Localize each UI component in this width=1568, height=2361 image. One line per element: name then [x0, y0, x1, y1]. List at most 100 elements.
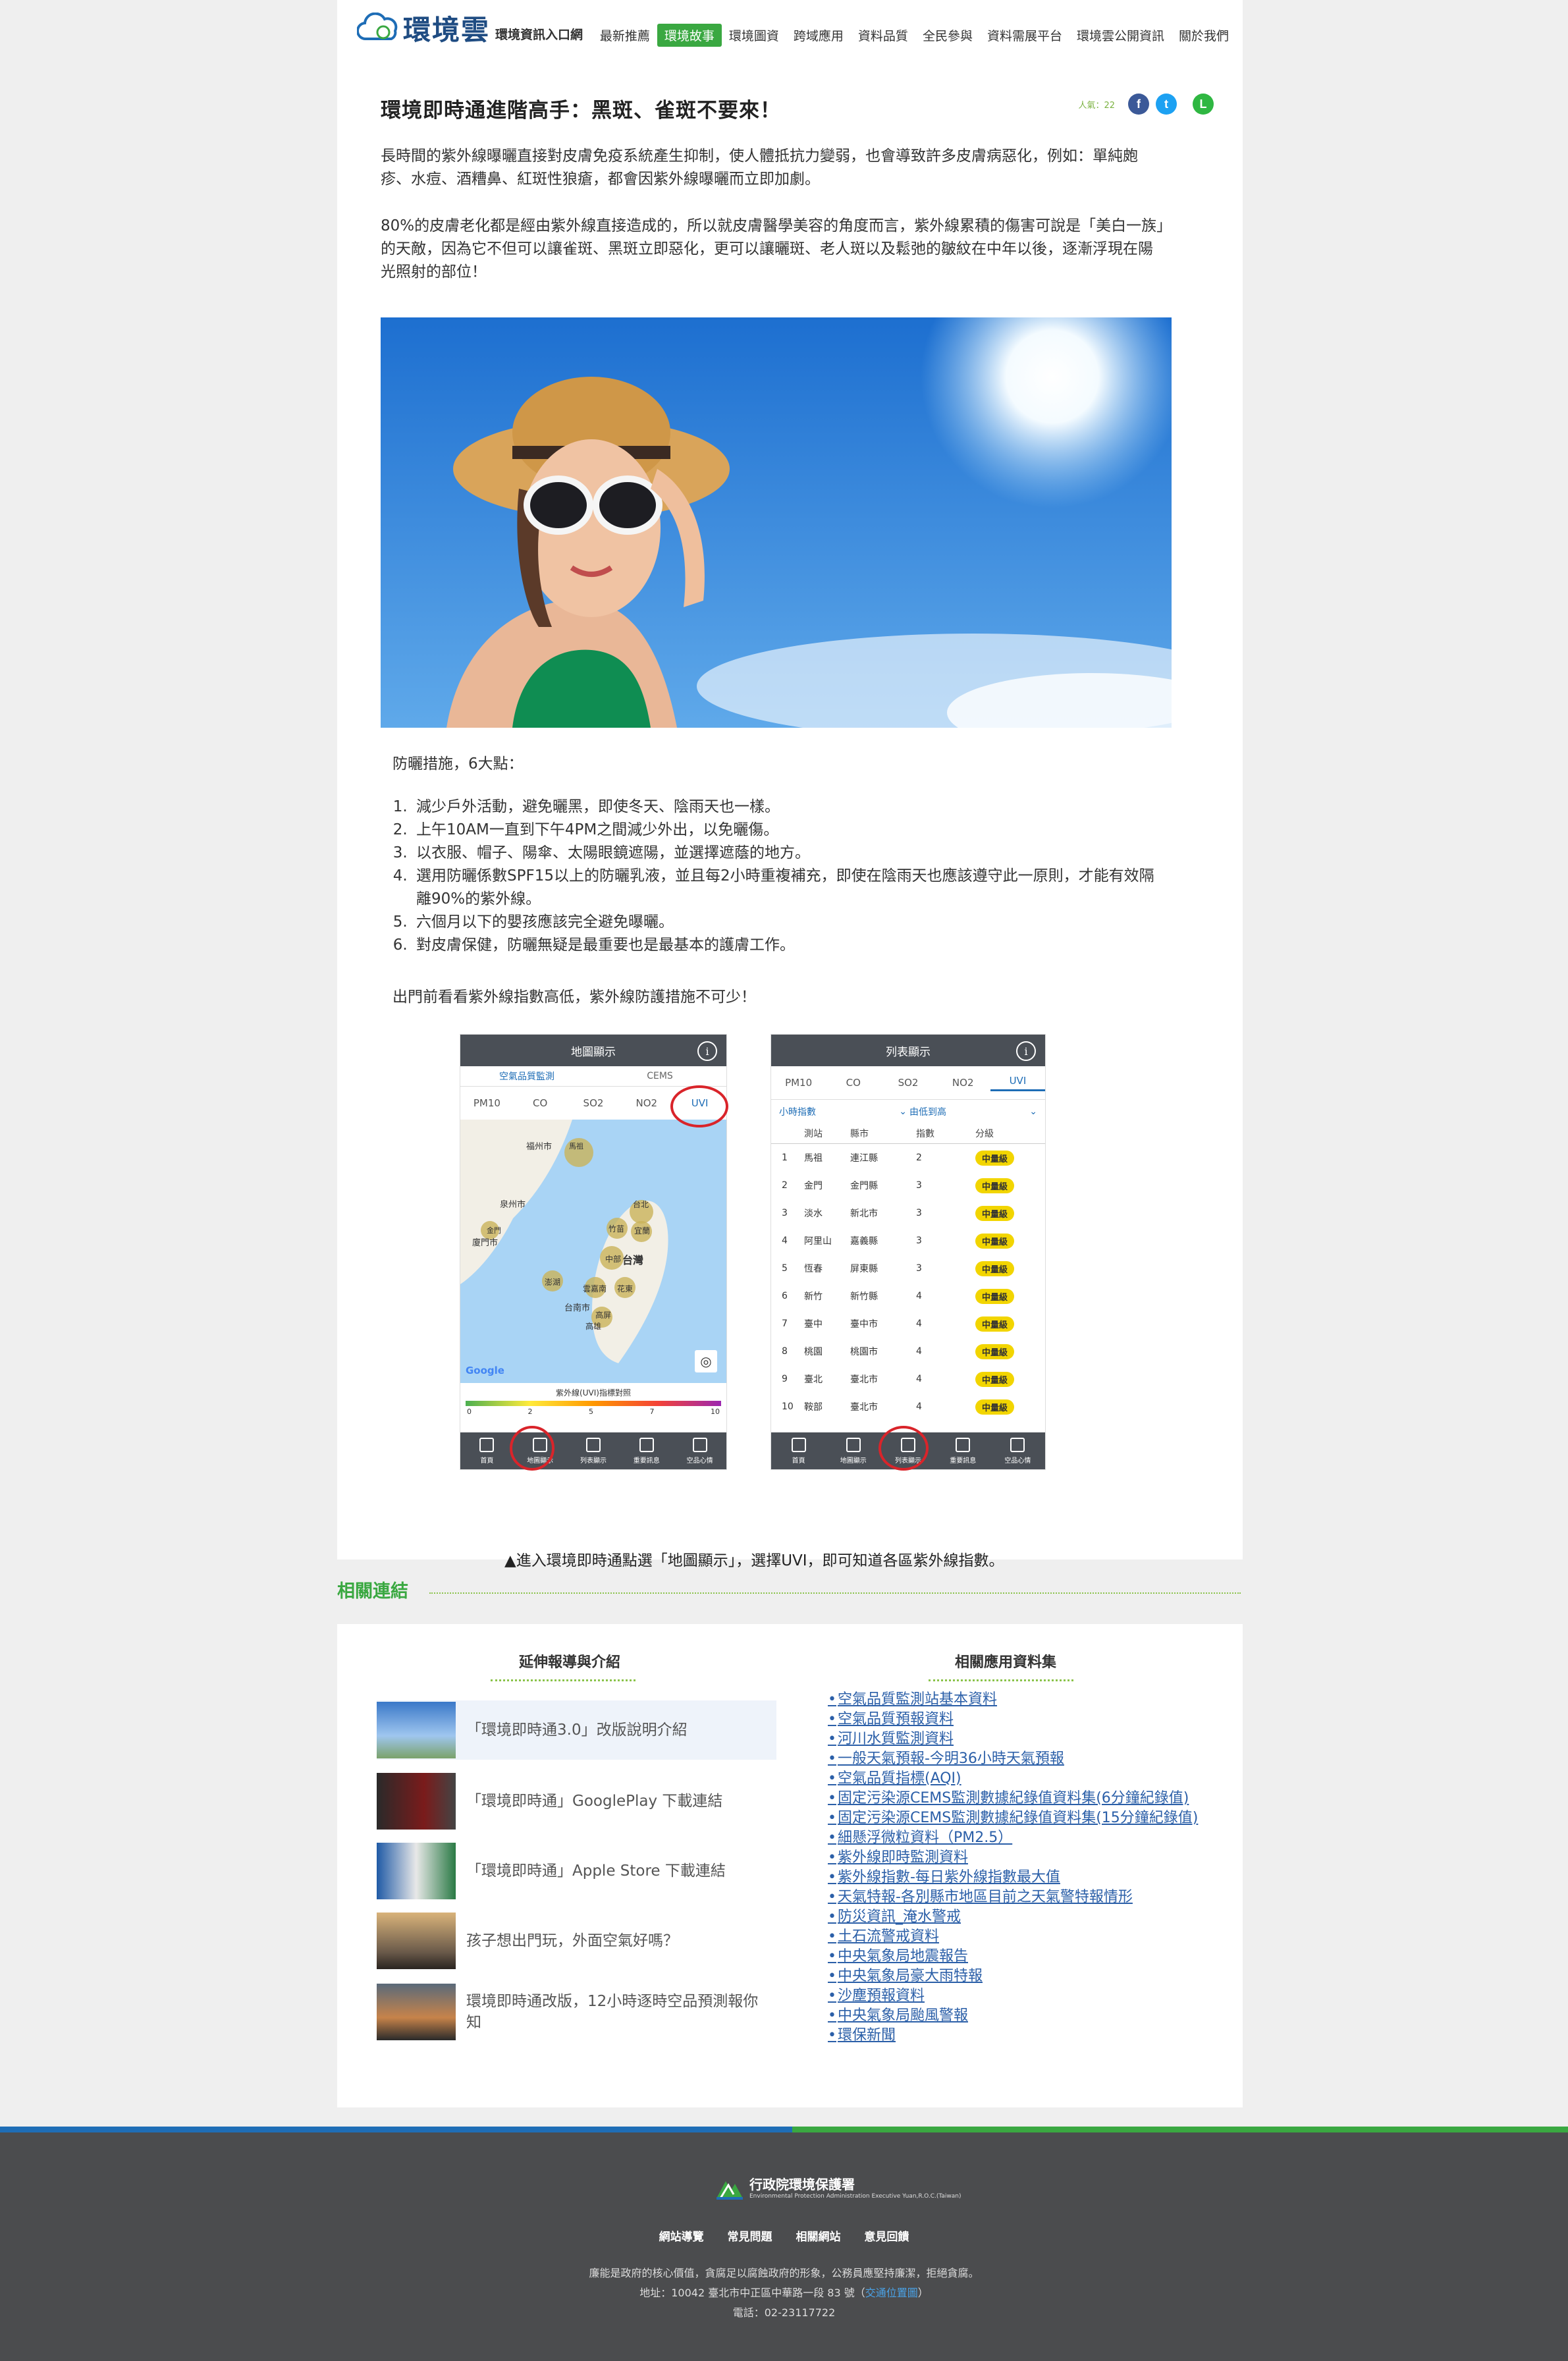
footer-slogan: 廉能是政府的核心價值，貪腐足以腐蝕政府的形象，公務員應堅持廉潔，拒絕貪腐。 — [589, 2267, 979, 2279]
list-icon — [585, 1437, 601, 1452]
paragraph-1: 長時間的紫外線曝曬直接對皮膚免疫系統產生抑制，使人體抵抗力變弱，也會導致許多皮膚… — [381, 148, 1138, 188]
footer-stripe-blue — [0, 2127, 792, 2132]
map-label: 竹苗 — [608, 1224, 625, 1234]
row-county: 連江縣 — [850, 1153, 878, 1164]
dataset-link[interactable]: 土石流警戒資料 — [828, 1927, 1198, 1947]
tab-alerts: 重要訊息 — [936, 1432, 990, 1469]
footer-stripe-green — [792, 2127, 1568, 2132]
smile-icon — [692, 1437, 707, 1452]
dataset-link[interactable]: 中央氣象局豪大雨特報 — [828, 1967, 1198, 1986]
story-item[interactable]: 「環境即時通」Apple Store 下載連結 — [377, 1841, 776, 1901]
filter-sort: 由低到高 — [909, 1107, 946, 1118]
nav-data-quality[interactable]: 資料品質 — [851, 24, 915, 47]
map-label: 台北 — [633, 1200, 649, 1209]
tab-mood: 空品心情 — [673, 1432, 726, 1469]
footer-link-sitemap[interactable]: 網站導覽 — [659, 2231, 704, 2244]
dataset-link[interactable]: 固定污染源CEMS監測數據紀錄值資料集(15分鐘紀錄值) — [828, 1808, 1198, 1828]
row-rank: 5 — [782, 1263, 788, 1274]
level-badge: 中量級 — [975, 1233, 1015, 1249]
pollutant-co: CO — [846, 1077, 861, 1089]
story-item[interactable]: 環境即時通改版，12小時逐時空品預測報你知 — [377, 1982, 776, 2042]
chevron-down-icon: ⌄ — [1029, 1106, 1037, 1117]
dataset-link[interactable]: 防災資訊_淹水警戒 — [828, 1907, 1198, 1927]
dataset-link[interactable]: 空氣品質預報資料 — [828, 1710, 1198, 1729]
dataset-link[interactable]: 一般天氣預報-今明36小時天氣預報 — [828, 1749, 1198, 1769]
level-badge: 中量級 — [975, 1261, 1015, 1276]
nav-public-info[interactable]: 環境雲公開資訊 — [1069, 24, 1172, 47]
footer-link-related[interactable]: 相關網站 — [796, 2231, 840, 2244]
outro-text: 出門前看看紫外線指數高低，紫外線防護措施不可少！ — [392, 989, 756, 1006]
map-label: 福州市 — [526, 1142, 553, 1152]
dataset-link[interactable]: 環保新聞 — [828, 2026, 1198, 2046]
nav-about[interactable]: 關於我們 — [1172, 24, 1236, 47]
legend-tick: 0 — [467, 1407, 472, 1416]
nav-cross-domain[interactable]: 跨域應用 — [786, 24, 851, 47]
row-rank: 3 — [782, 1208, 788, 1218]
legend-tick: 7 — [649, 1407, 655, 1416]
list-item: 對皮膚保健，防曬無疑是最重要也是最基本的護膚工作。 — [412, 934, 1156, 957]
pollutant-so2: SO2 — [898, 1077, 919, 1089]
tab-home: 首頁 — [771, 1432, 826, 1469]
pollutant-uvi: UVI — [990, 1075, 1045, 1091]
dataset-link[interactable]: 河川水質監測資料 — [828, 1729, 1198, 1749]
dataset-link[interactable]: 天氣特報-各別縣市地區目前之天氣警特報情形 — [828, 1887, 1198, 1907]
story-thumbnail — [377, 1773, 456, 1830]
nav-participation[interactable]: 全民參與 — [915, 24, 980, 47]
list-item: 減少戶外活動，避免曬黑，即使冬天、陰雨天也一樣。 — [412, 796, 1156, 819]
row-rank: 1 — [782, 1153, 788, 1163]
dataset-link[interactable]: 空氣品質指標(AQI) — [828, 1769, 1198, 1789]
map-link[interactable]: 交通位置圖 — [865, 2287, 918, 2299]
dataset-link[interactable]: 細懸浮微粒資料（PM2.5） — [828, 1828, 1198, 1848]
dataset-link[interactable]: 固定污染源CEMS監測數據紀錄值資料集(6分鐘紀錄值) — [828, 1789, 1198, 1808]
row-rank: 4 — [782, 1235, 788, 1246]
dataset-link[interactable]: 中央氣象局地震報告 — [828, 1947, 1198, 1967]
row-county: 桃園市 — [850, 1347, 878, 1357]
story-title: 「環境即時通3.0」改版說明介紹 — [466, 1722, 688, 1739]
google-logo: Google — [466, 1365, 504, 1376]
uvi-legend-title: 紫外線(UVI)指標對照 — [556, 1388, 631, 1398]
list-item: 以衣服、帽子、陽傘、太陽眼鏡遮陽，並選擇遮蔭的地方。 — [412, 842, 1156, 865]
row-rank: 10 — [782, 1401, 794, 1412]
col-index: 指數 — [916, 1129, 934, 1139]
dataset-link[interactable]: 沙塵預報資料 — [828, 1986, 1198, 2006]
list-view-header: 列表顯示 i — [771, 1035, 1045, 1066]
level-badge: 中量級 — [975, 1178, 1015, 1193]
footer-link-faq[interactable]: 常見問題 — [728, 2231, 772, 2244]
main-nav: 最新推薦 環境故事 環境圖資 跨域應用 資料品質 全民參與 資料需展平台 環境雲… — [593, 24, 1236, 47]
map-icon — [846, 1437, 861, 1452]
map-label: 澎湖 — [545, 1278, 561, 1287]
pollutant-pm10: PM10 — [785, 1077, 813, 1089]
dataset-link[interactable]: 紫外線指數-每日紫外線指數最大值 — [828, 1868, 1198, 1887]
row-index: 4 — [916, 1318, 922, 1329]
line-share-icon[interactable]: L — [1193, 94, 1214, 115]
pollutant-no2: NO2 — [635, 1097, 658, 1109]
story-item[interactable]: 「環境即時通3.0」改版說明介紹 — [377, 1700, 776, 1760]
row-rank: 6 — [782, 1291, 788, 1301]
story-item[interactable]: 「環境即時通」GooglePlay 下載連結 — [377, 1772, 776, 1831]
related-links-heading: 相關連結 — [337, 1581, 408, 1602]
map-label: 花東 — [617, 1284, 634, 1293]
nav-latest[interactable]: 最新推薦 — [593, 24, 657, 47]
nav-maps[interactable]: 環境圖資 — [722, 24, 786, 47]
list-view-title: 列表顯示 — [886, 1045, 931, 1059]
row-county: 新北市 — [850, 1208, 878, 1219]
row-county: 新竹縣 — [850, 1291, 878, 1302]
dataset-link[interactable]: 中央氣象局颱風警報 — [828, 2006, 1198, 2026]
row-index: 4 — [916, 1346, 922, 1357]
nav-data-platform[interactable]: 資料需展平台 — [980, 24, 1069, 47]
story-title: 「環境即時通」Apple Store 下載連結 — [466, 1862, 726, 1880]
pollutant-co: CO — [533, 1097, 548, 1109]
site-logo[interactable]: 環境雲 環境資訊入口網 — [357, 9, 583, 46]
row-county: 臺中市 — [850, 1319, 878, 1330]
paragraph-2: 80%的皮膚老化都是經由紫外線直接造成的，所以就皮膚醫學美容的角度而言，紫外線累… — [381, 217, 1164, 281]
footer-link-feedback[interactable]: 意見回饋 — [864, 2231, 909, 2244]
dataset-link[interactable]: 紫外線即時監測資料 — [828, 1848, 1198, 1868]
epa-logo[interactable]: 行政院環境保護署 Environmental Protection Admini… — [715, 2173, 961, 2200]
shield-icon — [956, 1437, 971, 1452]
dataset-link[interactable]: 空氣品質監測站基本資料 — [828, 1690, 1198, 1710]
story-item[interactable]: 孩子想出門玩，外面空氣好嗎？ — [377, 1911, 776, 1970]
site-header: 環境雲 環境資訊入口網 最新推薦 環境故事 環境圖資 跨域應用 資料品質 全民參… — [337, 0, 1243, 53]
twitter-share-icon[interactable]: t — [1156, 94, 1177, 115]
facebook-share-icon[interactable]: f — [1128, 94, 1149, 115]
nav-stories[interactable]: 環境故事 — [657, 24, 722, 47]
